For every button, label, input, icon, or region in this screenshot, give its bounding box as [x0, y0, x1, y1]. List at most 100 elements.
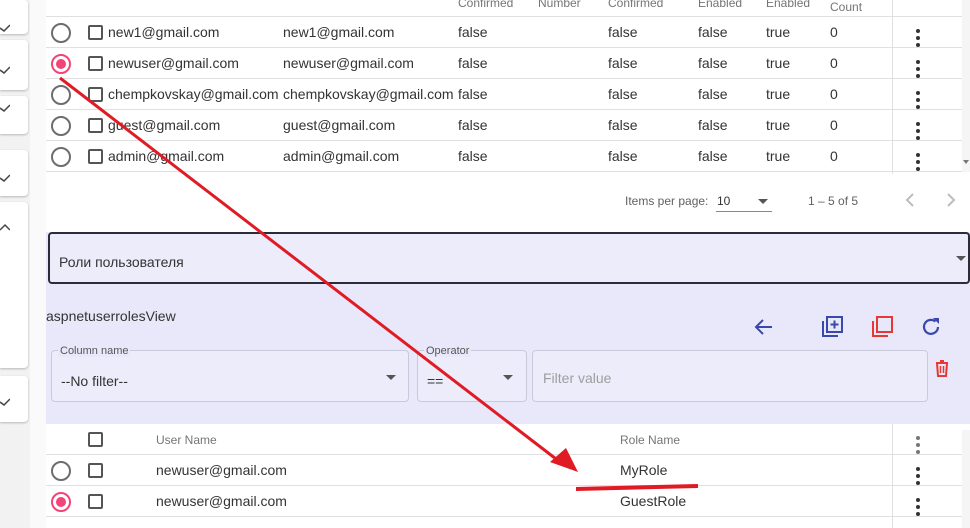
cell: false	[608, 24, 638, 40]
library-add-icon[interactable]	[820, 315, 844, 339]
page-size-value: 10	[717, 194, 731, 208]
cell: true	[766, 148, 791, 164]
email-cell: guest@gmail.com	[108, 117, 221, 133]
table-row[interactable]: chempkovskay@gmail.com chempkovskay@gmai…	[46, 79, 970, 110]
arrow-back-icon[interactable]	[752, 315, 776, 339]
row-radio[interactable]	[51, 147, 71, 167]
row-checkbox[interactable]	[88, 87, 103, 102]
count-cell: 0	[830, 55, 838, 71]
kebab-menu-icon[interactable]	[916, 467, 920, 485]
chevron-right-icon[interactable]	[943, 192, 959, 208]
chevron-left-icon[interactable]	[902, 192, 918, 208]
roles-header-row: User Name Role Name	[46, 424, 970, 455]
delete-icon[interactable]	[934, 359, 950, 377]
row-radio[interactable]	[51, 492, 71, 512]
column-header[interactable]: Confirmed	[608, 0, 663, 10]
email-cell: chempkovskay@gmail.com	[108, 86, 279, 102]
cell: false	[698, 55, 728, 71]
table-row[interactable]: admin@gmail.com admin@gmail.com false fa…	[46, 141, 970, 172]
roles-panel: Роли пользователя aspnetuserrolesView --…	[46, 232, 970, 424]
table-row[interactable]: newuser@gmail.com newuser@gmail.com fals…	[46, 48, 970, 79]
operator-select[interactable]: ==	[417, 350, 527, 402]
column-name-select[interactable]: --No filter--	[51, 350, 409, 402]
cell: false	[458, 148, 488, 164]
count-cell: 0	[830, 148, 838, 164]
cell: false	[458, 24, 488, 40]
cell: false	[698, 117, 728, 133]
cell: true	[766, 86, 791, 102]
operator-value: ==	[427, 373, 444, 389]
roles-select-label: Роли пользователя	[59, 254, 184, 270]
cell: false	[608, 55, 638, 71]
select-all-checkbox[interactable]	[88, 432, 103, 447]
kebab-menu-icon[interactable]	[916, 153, 920, 171]
cell: false	[608, 117, 638, 133]
username-cell: guest@gmail.com	[283, 117, 396, 133]
dropdown-triangle-icon	[956, 256, 966, 261]
user-name-cell: newuser@gmail.com	[156, 462, 287, 478]
role-name-cell: MyRole	[620, 462, 668, 478]
check-icon	[0, 174, 10, 182]
refresh-icon[interactable]	[919, 315, 943, 339]
view-title: aspnetuserrolesView	[46, 308, 176, 324]
kebab-menu-icon[interactable]	[916, 29, 920, 47]
kebab-menu-icon[interactable]	[916, 498, 920, 516]
kebab-menu-icon[interactable]	[916, 122, 920, 140]
roles-expansion-header[interactable]: Роли пользователя	[48, 232, 970, 284]
kebab-menu-icon[interactable]	[916, 60, 920, 78]
copy-icon[interactable]	[870, 315, 894, 339]
kebab-menu-icon[interactable]	[916, 91, 920, 109]
count-cell: 0	[830, 24, 838, 40]
row-radio[interactable]	[51, 85, 71, 105]
column-header-count[interactable]: Count	[830, 0, 862, 14]
dropdown-triangle-icon	[386, 375, 396, 380]
user-name-cell: newuser@gmail.com	[156, 493, 287, 509]
row-checkbox[interactable]	[88, 463, 103, 478]
scroll-down-icon[interactable]	[962, 158, 970, 166]
column-header-role-name[interactable]: Role Name	[620, 433, 680, 447]
table-row[interactable]: newuser@gmail.com GuestRole	[46, 486, 970, 517]
cell: true	[766, 117, 791, 133]
row-checkbox[interactable]	[88, 494, 103, 509]
row-checkbox[interactable]	[88, 149, 103, 164]
check-icon	[0, 398, 10, 406]
table-row[interactable]: guest@gmail.com guest@gmail.com false fa…	[46, 110, 970, 141]
left-nav-strip	[0, 0, 30, 528]
row-checkbox[interactable]	[88, 56, 103, 71]
page-size-select[interactable]: 10	[716, 190, 772, 212]
column-header[interactable]: Enabled	[698, 0, 742, 10]
email-cell: admin@gmail.com	[108, 148, 225, 164]
column-header[interactable]: Confirmed	[458, 0, 513, 10]
row-checkbox[interactable]	[88, 118, 103, 133]
filter-value-placeholder: Filter value	[543, 370, 612, 386]
cell: false	[458, 55, 488, 71]
row-radio[interactable]	[51, 461, 71, 481]
row-radio[interactable]	[51, 54, 71, 74]
scrollbar[interactable]	[962, 0, 970, 172]
table-row[interactable]: new1@gmail.com new1@gmail.com false fals…	[46, 17, 970, 48]
row-radio[interactable]	[51, 23, 71, 43]
check-icon	[0, 104, 10, 112]
cell: false	[698, 86, 728, 102]
email-cell: new1@gmail.com	[108, 24, 220, 40]
main-content: Confirmed Number Confirmed Enabled Enabl…	[46, 0, 970, 528]
username-cell: chempkovskay@gmail.com	[283, 86, 454, 102]
cell: false	[698, 148, 728, 164]
username-cell: admin@gmail.com	[283, 148, 400, 164]
row-checkbox[interactable]	[88, 25, 103, 40]
table-row[interactable]: newuser@gmail.com MyRole	[46, 455, 970, 486]
column-header[interactable]: Enabled	[766, 0, 810, 10]
column-header-user-name[interactable]: User Name	[156, 433, 217, 447]
cell: false	[608, 86, 638, 102]
row-radio[interactable]	[51, 116, 71, 136]
dropdown-triangle-icon	[503, 375, 513, 380]
cell: false	[608, 148, 638, 164]
kebab-menu-icon[interactable]	[916, 436, 920, 454]
scrollbar[interactable]	[962, 430, 970, 528]
check-icon	[0, 66, 10, 74]
operator-label: Operator	[424, 345, 472, 357]
filter-value-input[interactable]: Filter value	[532, 350, 928, 402]
column-header[interactable]: Number	[538, 0, 581, 10]
dropdown-triangle-icon	[758, 199, 768, 204]
items-per-page-label: Items per page:	[625, 194, 709, 208]
